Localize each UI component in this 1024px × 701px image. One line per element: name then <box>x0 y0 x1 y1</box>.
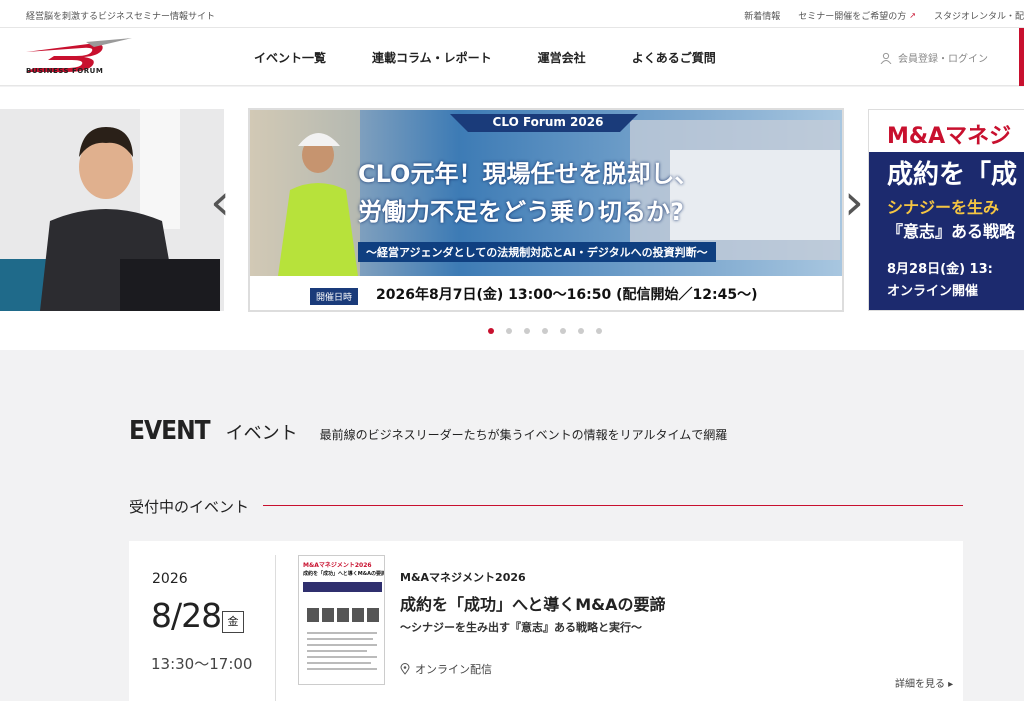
speaker-photo <box>0 109 224 311</box>
event-date: 8/28 <box>151 596 222 635</box>
event-time: 13:30〜17:00 <box>151 655 253 673</box>
carousel-dot[interactable] <box>560 328 566 334</box>
user-icon <box>880 52 892 64</box>
banner-badge: CLO Forum 2026 <box>492 115 604 129</box>
chevron-left-icon[interactable]: ‹ <box>210 177 230 227</box>
event-location: オンライン配信 <box>400 661 492 677</box>
chevron-right-icon[interactable]: › <box>844 177 864 227</box>
section-description: 最前線のビジネスリーダーたちが集うイベントの情報をリアルタイムで網羅 <box>319 428 728 442</box>
slide-next[interactable]: M&Aマネジ 成約を「成 シナジーを生み 『意志』ある戦略 8月28日(金) 1… <box>868 109 1024 311</box>
event-title[interactable]: 成約を「成功」へと導くM&Aの要諦 <box>400 591 665 615</box>
location-pin-icon <box>400 663 410 675</box>
event-card[interactable]: 2026 8/28 金 13:30〜17:00 M&Aマネジメント2026 成約… <box>129 541 963 701</box>
external-link-icon: ↗ <box>909 11 916 20</box>
carousel-dot[interactable] <box>488 328 494 334</box>
event-subtitle: 〜シナジーを生み出す『意志』ある戦略と実行〜 <box>400 621 642 634</box>
site-header: BUSINESS FORUM イベント一覧 連載コラム・レポート 運営会社 よく… <box>0 28 1024 86</box>
event-series: M&Aマネジメント2026 <box>400 571 526 584</box>
flyer-title: 成約を「成功」へと導くM&Aの要諦 <box>303 571 385 577</box>
utility-link-news[interactable]: 新着情報 <box>744 9 780 22</box>
event-flyer-thumbnail[interactable]: M&Aマネジメント2026 成約を「成功」へと導くM&Aの要諦 <box>298 555 385 685</box>
carousel-dot[interactable] <box>596 328 602 334</box>
banner-subline: 〜経営アジェンダとしての法規制対応とAI・デジタルへの投資判断〜 <box>358 242 716 262</box>
utility-links: 新着情報 セミナー開催をご希望の方 ↗ スタジオレンタル・配 <box>744 9 1024 22</box>
carousel-dot[interactable] <box>506 328 512 334</box>
utility-bar: 経営脳を刺激するビジネスセミナー情報サイト 新着情報 セミナー開催をご希望の方 ↗… <box>0 0 1024 28</box>
utility-link-studio[interactable]: スタジオレンタル・配 <box>934 9 1024 22</box>
carousel-dot[interactable] <box>524 328 530 334</box>
next-slide-line-6: オンライン開催 <box>887 284 979 299</box>
card-divider <box>275 555 276 701</box>
carousel-dot[interactable] <box>542 328 548 334</box>
flyer-series: M&Aマネジメント2026 <box>303 562 372 569</box>
login-label: 会員登録・ログイン <box>898 54 988 65</box>
carousel-dot[interactable] <box>578 328 584 334</box>
banner-date-label: 開催日時 <box>310 288 359 305</box>
main-nav: イベント一覧 連載コラム・レポート 運営会社 よくあるご質問 <box>254 49 716 66</box>
nav-item-columns[interactable]: 連載コラム・レポート <box>372 49 492 66</box>
next-slide-line-1: M&Aマネジ <box>887 124 1012 149</box>
event-weekday-badge: 金 <box>222 611 244 633</box>
header-red-tab[interactable] <box>1019 28 1024 86</box>
section-title-en: EVENT <box>129 416 211 446</box>
next-slide-line-2: 成約を「成 <box>887 160 1018 190</box>
login-link[interactable]: 会員登録・ログイン <box>880 50 988 65</box>
next-slide-line-4: 『意志』ある戦略 <box>887 222 1016 241</box>
hero-carousel: CLO Forum 2026 CLO元年！現場任せを脱却し、 労働力不足をどう乗… <box>0 87 1024 350</box>
section-title-ja: イベント <box>225 423 298 444</box>
heading-divider <box>263 505 963 506</box>
site-tagline: 経営脳を刺激するビジネスセミナー情報サイト <box>26 12 216 22</box>
banner-headline-1: CLO元年！現場任せを脱却し、 <box>358 160 699 188</box>
utility-link-host[interactable]: セミナー開催をご希望の方 ↗ <box>798 9 916 22</box>
logo-text: BUSINESS FORUM <box>26 67 104 75</box>
utility-link-host-label: セミナー開催をご希望の方 <box>798 12 907 22</box>
banner-headline-2: 労働力不足をどう乗り切るか? <box>358 198 684 226</box>
event-section-heading: EVENT イベント 最前線のビジネスリーダーたちが集うイベントの情報をリアルタ… <box>129 416 727 446</box>
nav-item-events[interactable]: イベント一覧 <box>254 49 326 66</box>
nav-item-company[interactable]: 運営会社 <box>538 49 586 66</box>
event-detail-label: 詳細を見る <box>895 679 945 690</box>
carousel-dots <box>488 328 602 334</box>
banner-date-text: 2026年8月7日(金) 13:00〜16:50 (配信開始／12:45〜) <box>376 287 758 303</box>
event-location-label: オンライン配信 <box>415 663 492 676</box>
slide-prev[interactable] <box>0 109 224 311</box>
slide-current[interactable]: CLO Forum 2026 CLO元年！現場任せを脱却し、 労働力不足をどう乗… <box>248 108 844 312</box>
event-year: 2026 <box>152 571 188 587</box>
next-slide-line-3: シナジーを生み <box>887 198 1000 217</box>
next-slide-line-5: 8月28日(金) 13: <box>887 262 993 277</box>
open-events-heading: 受付中のイベント <box>129 498 250 516</box>
nav-item-faq[interactable]: よくあるご質問 <box>632 49 716 66</box>
